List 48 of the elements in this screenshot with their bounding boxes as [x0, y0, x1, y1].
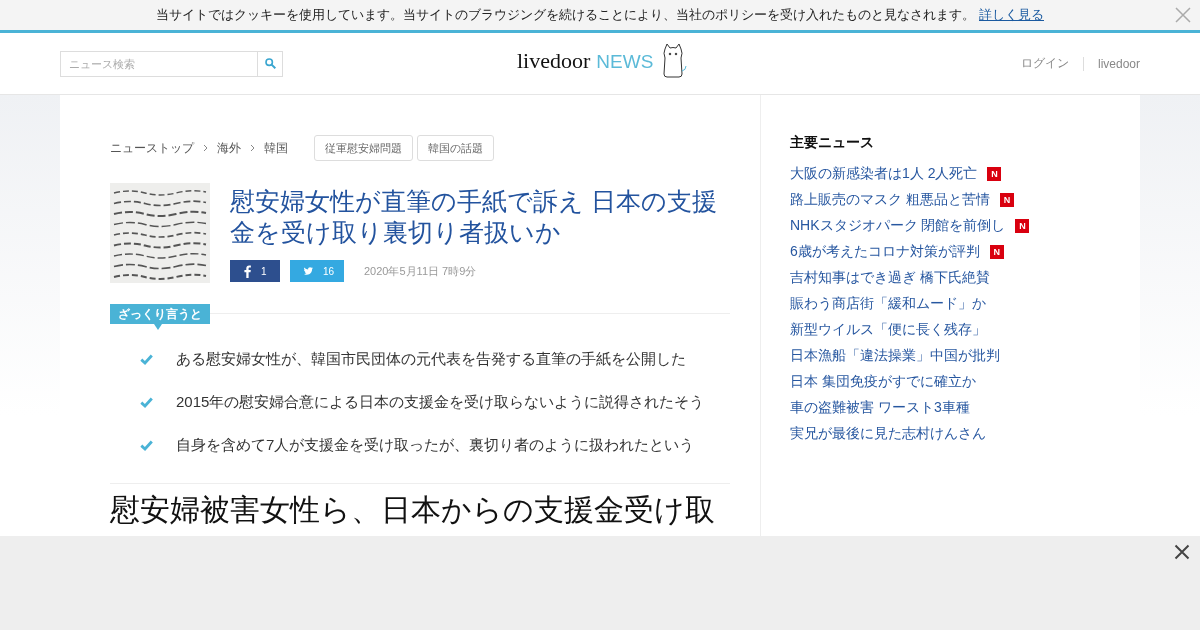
news-link[interactable]: 賑わう商店街「緩和ムード」か [790, 295, 986, 313]
cookie-message: 当サイトではクッキーを使用しています。当サイトのブラウジングを続けることにより、当社のポリシーを受け入れたものと見なされます。 [156, 6, 975, 24]
new-badge: N [999, 193, 1014, 207]
check-icon [140, 397, 153, 408]
news-link[interactable]: 吉村知事はでき過ぎ 橋下氏絶賛 [790, 269, 990, 287]
news-link[interactable]: 新型ウイルス「便に長く残存」 [790, 321, 986, 339]
check-icon [140, 440, 153, 451]
breadcrumb-link[interactable]: 海外 [217, 139, 241, 157]
bird-icon [304, 265, 313, 277]
login-link[interactable]: ログイン [1020, 55, 1069, 72]
facebook-share-button[interactable]: 1 [230, 260, 280, 282]
close-icon [1174, 6, 1192, 24]
site-logo[interactable]: livedoor NEWS [517, 48, 654, 74]
breadcrumb-link[interactable]: 韓国 [264, 139, 288, 157]
summary-point: 2015年の慰安婦合意による日本の支援金を受け取らないように説得されたそう [176, 393, 705, 412]
news-link[interactable]: 6歳が考えたコロナ対策が評判 [790, 243, 980, 261]
summary-label: ざっくり言うと [110, 304, 210, 324]
article-subheading: 慰安婦被害女性ら、日本からの支援金受け取 [110, 492, 716, 528]
chevron-icon [250, 144, 255, 152]
label-pointer-icon [154, 324, 162, 330]
sidebar-title: 主要ニュース [790, 133, 875, 152]
new-badge: N [989, 245, 1004, 259]
news-link[interactable]: 大阪の新感染者は1人 2人死亡 [790, 165, 978, 183]
search-button[interactable] [258, 50, 283, 77]
summary-point: ある慰安婦女性が、韓国市民団体の元代表を告発する直筆の手紙を公開した [176, 350, 686, 369]
topic-tag[interactable]: 従軍慰安婦問題 [314, 135, 413, 161]
news-link[interactable]: 日本漁船「違法操業」中国が批判 [790, 347, 1000, 365]
new-badge: N [1015, 219, 1030, 233]
chevron-icon [203, 144, 208, 152]
summary-point: 自身を含めて7人が支援金を受け取ったが、裏切り者のように扱われたという [176, 436, 695, 455]
topic-tag[interactable]: 韓国の話題 [417, 135, 494, 161]
breadcrumb-link[interactable]: ニューストップ [110, 139, 194, 157]
news-link[interactable]: 車の盗難被害 ワースト3車種 [790, 399, 970, 417]
details-link[interactable]: 詳しく見る [979, 6, 1044, 24]
search-field[interactable]: ニュース検索 [60, 50, 258, 77]
publish-date: 2020年5月11日 7時9分 [364, 263, 477, 279]
facebook-icon [244, 264, 251, 278]
close-icon [1174, 544, 1190, 560]
check-icon [140, 354, 153, 365]
news-link[interactable]: 路上販売のマスク 粗悪品と苦情 [790, 191, 990, 209]
article-title: 慰安婦女性が直筆の手紙で訴え 日本の支援金を受け取り裏切り者扱いか [230, 187, 718, 248]
search-icon [264, 58, 276, 69]
news-link[interactable]: 実兄が最後に見た志村けんさん [790, 425, 986, 443]
news-link[interactable]: NHKスタジオパーク 閉館を前倒し [790, 217, 1006, 235]
site-link[interactable]: livedoor [1082, 56, 1140, 71]
new-badge: N [987, 167, 1002, 181]
close-button[interactable] [1174, 544, 1190, 560]
news-link[interactable]: 日本 集団免疫がすでに確立か [790, 373, 976, 391]
